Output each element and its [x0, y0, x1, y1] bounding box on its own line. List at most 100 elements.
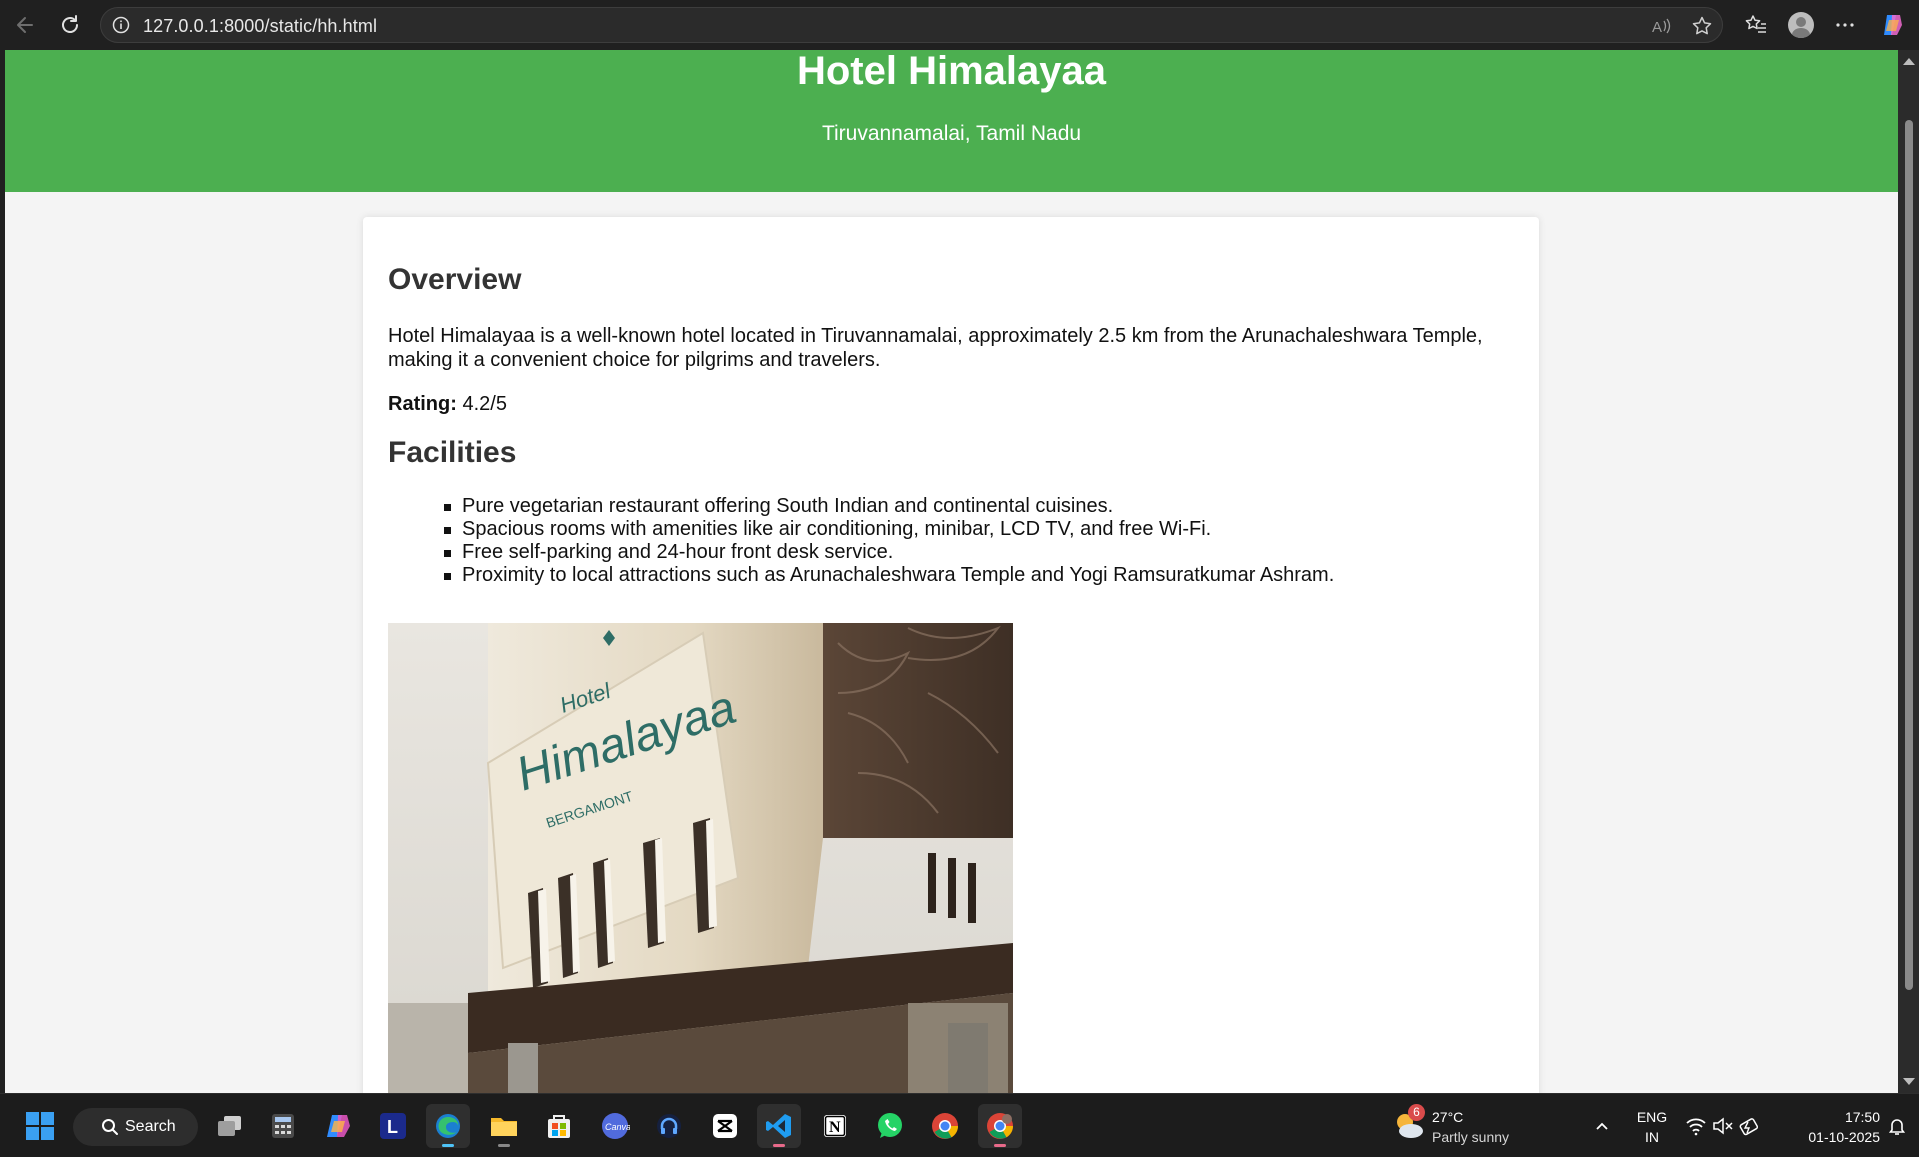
- overview-text: Hotel Himalayaa is a well-known hotel lo…: [388, 325, 1483, 371]
- edge-button[interactable]: [426, 1104, 470, 1148]
- canva-button[interactable]: Canva: [593, 1104, 637, 1148]
- clock-time: 17:50: [1844, 1109, 1880, 1125]
- more-dots-icon: [1836, 23, 1854, 27]
- refresh-icon: [62, 15, 78, 33]
- list-item: Proximity to local attractions such as A…: [443, 564, 1335, 586]
- notion-button[interactable]: N: [813, 1104, 857, 1148]
- profile-button[interactable]: [1786, 10, 1816, 40]
- running-indicator: [994, 1144, 1006, 1147]
- search-icon: [102, 1119, 118, 1135]
- notion-icon: N: [824, 1115, 846, 1137]
- language-indicator[interactable]: ENG IN: [1627, 1108, 1677, 1148]
- lang-line2: IN: [1645, 1129, 1659, 1145]
- calculator-button[interactable]: [261, 1104, 305, 1148]
- capcut-button[interactable]: [703, 1104, 747, 1148]
- copilot-icon: [1884, 15, 1902, 35]
- battery-plug-icon: [1739, 1118, 1759, 1136]
- list-item: Free self-parking and 24-hour front desk…: [443, 541, 1334, 564]
- active-indicator: [442, 1144, 454, 1147]
- facilities-heading: Facilities: [388, 436, 517, 469]
- refresh-button[interactable]: [55, 10, 85, 40]
- l-app-button[interactable]: L: [371, 1104, 415, 1148]
- whatsapp-button[interactable]: [868, 1104, 912, 1148]
- chrome-profile-icon: [987, 1113, 1014, 1139]
- read-aloud-icon: A: [1652, 18, 1671, 36]
- windows-logo-icon: [26, 1112, 54, 1140]
- taskbar: Search L Canva N 6 27°C Partly sunny ENG…: [0, 1093, 1919, 1157]
- rating-value: 4.2/5: [462, 393, 507, 415]
- chrome-icon: [932, 1113, 959, 1139]
- system-tray-icons[interactable]: [1685, 1114, 1765, 1138]
- copilot-app-icon: [327, 1115, 350, 1137]
- running-indicator: [773, 1144, 785, 1147]
- show-hidden-icons-button[interactable]: [1588, 1104, 1616, 1148]
- headphones-app-button[interactable]: [647, 1104, 691, 1148]
- file-explorer-button[interactable]: [482, 1104, 526, 1148]
- l-app-icon: L: [380, 1113, 406, 1139]
- page-title: Hotel Himalayaa: [796, 50, 1107, 93]
- favorites-button[interactable]: [1741, 10, 1771, 40]
- favorites-list-icon: [1745, 15, 1766, 33]
- weather-temp: 27°C: [1432, 1109, 1464, 1125]
- scroll-up-arrow-icon[interactable]: [1903, 58, 1915, 65]
- scroll-thumb[interactable]: [1905, 120, 1913, 990]
- scroll-down-arrow-icon[interactable]: [1903, 1078, 1915, 1085]
- overview-heading: Overview: [388, 263, 522, 296]
- browser-toolbar: 127.0.0.1:8000/static/hh.html A: [0, 0, 1919, 50]
- address-bar[interactable]: 127.0.0.1:8000/static/hh.html A: [100, 7, 1723, 43]
- copilot-app-button[interactable]: [317, 1104, 361, 1148]
- content-card: Overview Hotel Himalayaa is a well-known…: [363, 217, 1539, 1093]
- canva-icon: Canva: [602, 1113, 630, 1139]
- capcut-icon: [713, 1114, 737, 1138]
- site-info-icon[interactable]: [112, 16, 130, 34]
- star-icon: [1692, 16, 1712, 35]
- rating-line: Rating: 4.2/5: [388, 392, 1518, 416]
- svg-text:L: L: [387, 1117, 398, 1137]
- task-view-icon: [218, 1116, 241, 1136]
- address-url[interactable]: 127.0.0.1:8000/static/hh.html: [143, 16, 377, 37]
- start-button[interactable]: [18, 1104, 62, 1148]
- facilities-list: Pure vegetarian restaurant offering Sout…: [388, 495, 1334, 587]
- list-item: Spacious rooms with amenities like air c…: [443, 518, 1334, 541]
- calculator-icon: [272, 1114, 294, 1138]
- svg-text:N: N: [829, 1119, 841, 1136]
- store-button[interactable]: [537, 1104, 581, 1148]
- notifications-button[interactable]: [1882, 1104, 1912, 1148]
- weather-badge: 6: [1408, 1104, 1425, 1121]
- copilot-button[interactable]: [1878, 10, 1908, 40]
- folder-icon: [491, 1118, 517, 1136]
- svg-text:A: A: [1652, 19, 1662, 36]
- search-label: Search: [125, 1118, 176, 1135]
- whatsapp-icon: [878, 1113, 902, 1138]
- rating-label: Rating:: [388, 393, 457, 415]
- favorite-star-button[interactable]: [1690, 14, 1714, 38]
- vscode-button[interactable]: [757, 1104, 801, 1148]
- vscode-icon: [766, 1114, 791, 1138]
- page-viewport: Hotel Himalayaa Tiruvannamalai, Tamil Na…: [5, 50, 1898, 1093]
- task-view-button[interactable]: [208, 1104, 252, 1148]
- clock[interactable]: 17:50 01-10-2025: [1780, 1108, 1880, 1148]
- edge-icon: [436, 1114, 460, 1138]
- volume-muted-icon: [1713, 1117, 1733, 1135]
- weather-desc: Partly sunny: [1432, 1129, 1510, 1145]
- store-icon: [548, 1115, 570, 1138]
- chevron-up-icon: [1596, 1122, 1608, 1130]
- chrome-button[interactable]: [923, 1104, 967, 1148]
- taskbar-search[interactable]: Search: [73, 1108, 198, 1146]
- headphones-icon: [657, 1114, 681, 1138]
- back-button[interactable]: [10, 10, 40, 40]
- hotel-photo: Hotel Himalayaa BERGAMONT: [388, 623, 1013, 1093]
- running-indicator: [498, 1144, 510, 1147]
- read-aloud-button[interactable]: A: [1649, 14, 1673, 38]
- clock-date: 01-10-2025: [1808, 1129, 1880, 1145]
- back-arrow-icon: [17, 17, 33, 33]
- chrome-profile-button[interactable]: [978, 1104, 1022, 1148]
- page-subtitle: Tiruvannamalai, Tamil Nadu: [821, 122, 1082, 145]
- page-scrollbar[interactable]: [1898, 50, 1919, 1093]
- svg-text:Canva: Canva: [605, 1122, 630, 1132]
- list-item: Pure vegetarian restaurant offering Sout…: [443, 495, 1334, 518]
- avatar-icon: [1788, 12, 1814, 38]
- weather-widget[interactable]: 6 27°C Partly sunny: [1392, 1104, 1532, 1148]
- settings-more-button[interactable]: [1830, 10, 1860, 40]
- hotel-building-illustration: Hotel Himalayaa BERGAMONT: [388, 623, 1013, 1093]
